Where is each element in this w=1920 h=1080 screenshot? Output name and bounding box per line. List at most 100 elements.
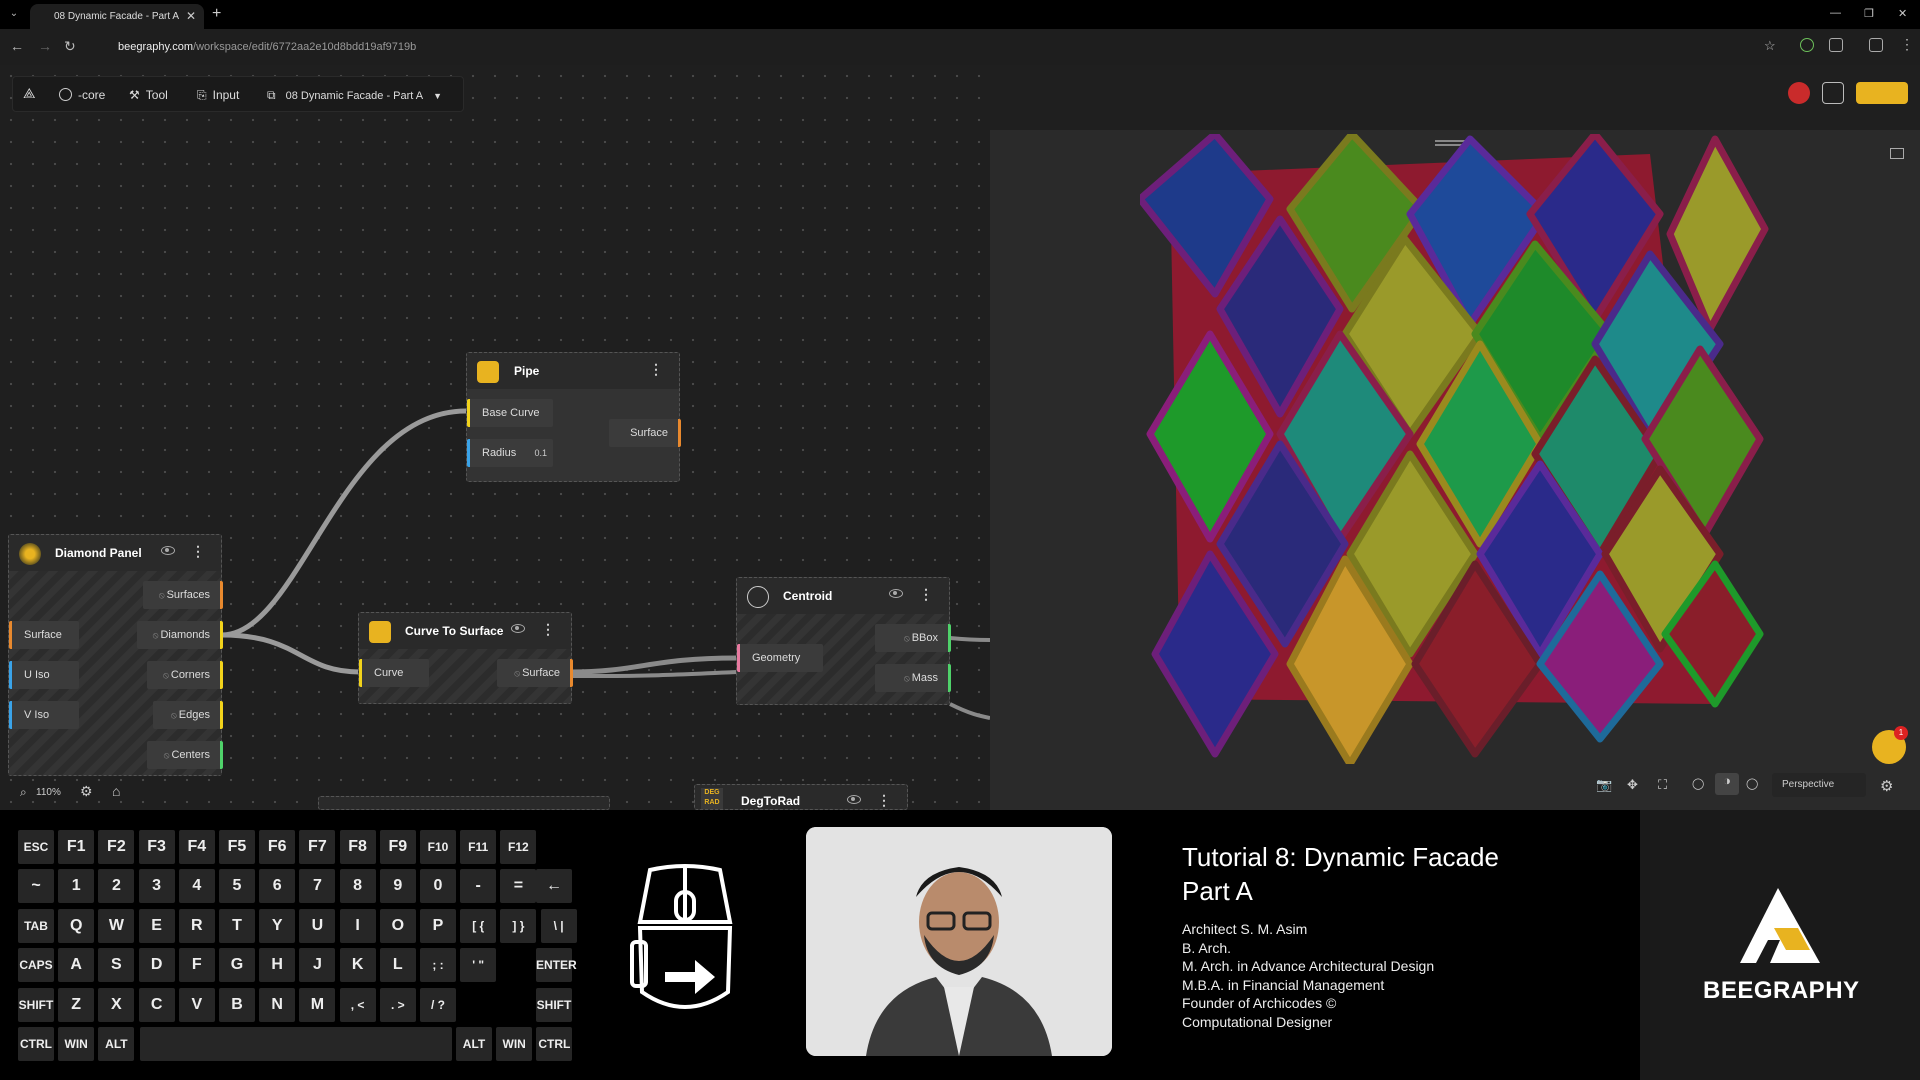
node-centroid[interactable]: Centroid ⋮ Geometry ⦸ BBox ⦸ Mass	[736, 577, 951, 705]
port-surfaces-out[interactable]: ⦸ Surfaces	[143, 581, 223, 609]
node-curve-to-surface[interactable]: Curve To Surface ⋮ Curve ⦸ Surface	[358, 612, 573, 704]
port-surface-out[interactable]: ⦸ Surface	[497, 659, 573, 687]
key-: =	[500, 869, 537, 903]
visibility-eye-icon[interactable]	[847, 795, 861, 804]
port-corners-out[interactable]: ⦸ Corners	[147, 661, 223, 689]
key-p: P	[420, 909, 456, 943]
bookmark-star-icon[interactable]: ☆	[1764, 38, 1776, 54]
key-enter: ENTER	[536, 948, 577, 982]
node-diamond-panel-title: Diamond Panel	[55, 546, 142, 560]
key-5: 5	[219, 869, 255, 903]
restore-icon[interactable]: ❐	[1864, 7, 1874, 20]
port-curve-in[interactable]: Curve	[359, 659, 429, 687]
port-v-iso[interactable]: V Iso	[9, 701, 79, 729]
canvas-settings-gear-icon[interactable]: ⚙	[80, 783, 93, 800]
node-pipe[interactable]: Pipe ⋮ Base Curve Radius 0.1 Surface	[466, 352, 681, 482]
key-v: V	[178, 988, 215, 1022]
core-icon	[59, 88, 72, 101]
key-w: W	[98, 909, 135, 943]
key-1: 1	[58, 869, 95, 903]
credit-line: B. Arch.	[1182, 939, 1232, 956]
key-f7: F7	[299, 830, 336, 864]
zoom-level[interactable]: 110%	[36, 787, 61, 798]
extension-icon[interactable]	[1800, 38, 1814, 52]
visibility-eye-icon[interactable]	[511, 624, 525, 633]
record-icon[interactable]	[1788, 82, 1810, 104]
minimize-icon[interactable]: —	[1830, 7, 1841, 19]
port-surface-out[interactable]: Surface	[609, 419, 681, 447]
fullscreen-icon[interactable]: ⛶	[1658, 777, 1667, 793]
key-f1: F1	[58, 830, 95, 864]
node-diamond-panel[interactable]: Diamond Panel ⋮ Surface U Iso V Iso ⦸ Sur…	[8, 534, 223, 776]
viewport-settings-gear-icon[interactable]: ⚙	[1880, 777, 1893, 795]
canvas-recenter-icon[interactable]: ⌂	[112, 783, 120, 799]
backspace-key: ←	[536, 869, 572, 903]
tutorial-title-line1: Tutorial 8: Dynamic Facade	[1182, 842, 1499, 872]
key-3: 3	[138, 869, 175, 903]
port-diamonds-out[interactable]: ⦸ Diamonds	[137, 621, 223, 649]
key-shift: SHIFT	[18, 988, 54, 1022]
tool-menu[interactable]: ⚒ Tool	[129, 88, 168, 102]
node-degtorad-menu-icon[interactable]: ⋮	[877, 792, 891, 809]
zoom-icon[interactable]: ⌕	[20, 785, 27, 800]
port-geometry-in[interactable]: Geometry	[737, 644, 823, 672]
key-s: S	[98, 948, 135, 982]
key-f10: F10	[420, 830, 456, 864]
port-surface-in[interactable]: Surface	[9, 621, 79, 649]
projection-select[interactable]: Perspective	[1772, 773, 1866, 797]
key-: , <	[339, 988, 376, 1022]
key-: . >	[379, 988, 416, 1022]
key-4: 4	[178, 869, 215, 903]
node-diamond-panel-menu-icon[interactable]: ⋮	[191, 543, 205, 560]
key-: ] }	[500, 909, 537, 943]
presenter-illustration	[806, 827, 1112, 1056]
port-centers-out[interactable]: ⦸ Centers	[147, 741, 223, 769]
port-mass-out[interactable]: ⦸ Mass	[875, 664, 951, 692]
solid-shading-icon[interactable]: ◑	[1715, 773, 1739, 795]
key-f: F	[178, 948, 215, 982]
wireframe-shading-icon[interactable]: ◯	[1692, 777, 1704, 790]
key-t: T	[219, 909, 255, 943]
extensions-puzzle-icon[interactable]	[1829, 38, 1843, 52]
window-close-icon[interactable]: ✕	[1898, 7, 1907, 20]
key-b: B	[219, 988, 255, 1022]
rendered-shading-icon[interactable]: ◯	[1746, 777, 1758, 790]
key-c: C	[138, 988, 175, 1022]
port-radius[interactable]: Radius 0.1	[467, 439, 553, 467]
input-menu[interactable]: ⎘ Input	[197, 88, 239, 103]
radius-value[interactable]: 0.1	[534, 448, 547, 458]
core-menu[interactable]: -core	[59, 88, 105, 102]
visibility-eye-icon[interactable]	[161, 546, 175, 555]
visibility-eye-icon[interactable]	[889, 589, 903, 598]
project-menu[interactable]: ⧉ 08 Dynamic Facade - Part A ▼	[267, 88, 442, 103]
node-degtorad[interactable]: DEG RAD DegToRad ⋮	[694, 784, 908, 810]
key-r: R	[178, 909, 215, 943]
node-pipe-menu-icon[interactable]: ⋮	[649, 361, 663, 378]
wire-diamonds-to-base-curve	[221, 408, 467, 638]
key-f9: F9	[379, 830, 416, 864]
wire-mass-out	[949, 702, 990, 720]
settings-panel-toggle-icon[interactable]	[1856, 82, 1908, 104]
viewport-image-icon[interactable]	[1890, 148, 1904, 159]
comments-icon[interactable]	[1822, 82, 1844, 104]
node-pipe-title: Pipe	[514, 364, 540, 378]
node-curve-to-surface-menu-icon[interactable]: ⋮	[541, 621, 555, 638]
screenshot-camera-icon[interactable]: 📷	[1596, 777, 1612, 793]
node-partial[interactable]	[318, 796, 610, 810]
wire-bbox-out	[949, 636, 990, 642]
browser-menu-icon[interactable]: ⋮	[1900, 36, 1914, 53]
port-edges-out[interactable]: ⦸ Edges	[153, 701, 223, 729]
node-centroid-menu-icon[interactable]: ⋮	[919, 586, 933, 603]
port-bbox-out[interactable]: ⦸ BBox	[875, 624, 951, 652]
beegraphy-logo-icon	[1740, 888, 1820, 963]
key-: / ?	[420, 988, 456, 1022]
wire-diamonds-to-curve	[221, 632, 361, 675]
beegraphy-logo-icon[interactable]: ⟁	[23, 85, 36, 102]
key-f5: F5	[219, 830, 255, 864]
orbit-icon[interactable]: ✥	[1627, 777, 1638, 793]
side-panel-icon[interactable]	[1869, 38, 1883, 52]
port-base-curve[interactable]: Base Curve	[467, 399, 553, 427]
key-q: Q	[58, 909, 95, 943]
port-u-iso[interactable]: U Iso	[9, 661, 79, 689]
node-centroid-title: Centroid	[783, 589, 833, 603]
